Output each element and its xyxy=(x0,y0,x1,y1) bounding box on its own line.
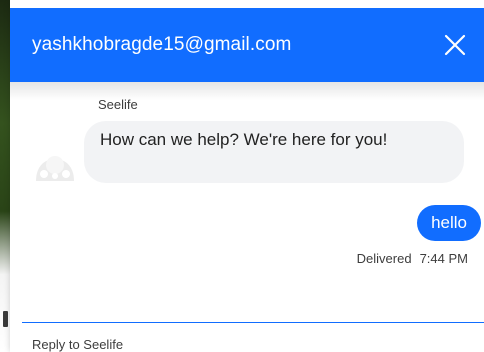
header-shadow xyxy=(10,82,484,100)
chat-header: yashkhobragde15@gmail.com xyxy=(10,8,484,82)
header-title: yashkhobragde15@gmail.com xyxy=(32,34,292,55)
user-message-text: hello xyxy=(431,213,467,232)
agent-message-bubble: How can we help? We're here for you! xyxy=(84,121,464,183)
sender-name: Seelife xyxy=(98,97,138,112)
avatar-icon xyxy=(36,156,74,181)
message-status: Delivered 7:44 PM xyxy=(357,251,468,266)
message-time: 7:44 PM xyxy=(419,251,468,266)
stage: yashkhobragde15@gmail.com Seelife How ca… xyxy=(0,0,484,352)
close-button[interactable] xyxy=(440,30,470,60)
chat-panel: yashkhobragde15@gmail.com Seelife How ca… xyxy=(10,0,484,352)
close-icon xyxy=(444,34,466,56)
agent-message-text: How can we help? We're here for you! xyxy=(100,130,388,149)
agent-avatar xyxy=(32,143,78,183)
user-message-bubble: hello xyxy=(417,205,481,241)
reply-input[interactable] xyxy=(22,323,484,352)
background-fragment xyxy=(3,311,8,327)
delivery-status: Delivered xyxy=(356,251,412,266)
